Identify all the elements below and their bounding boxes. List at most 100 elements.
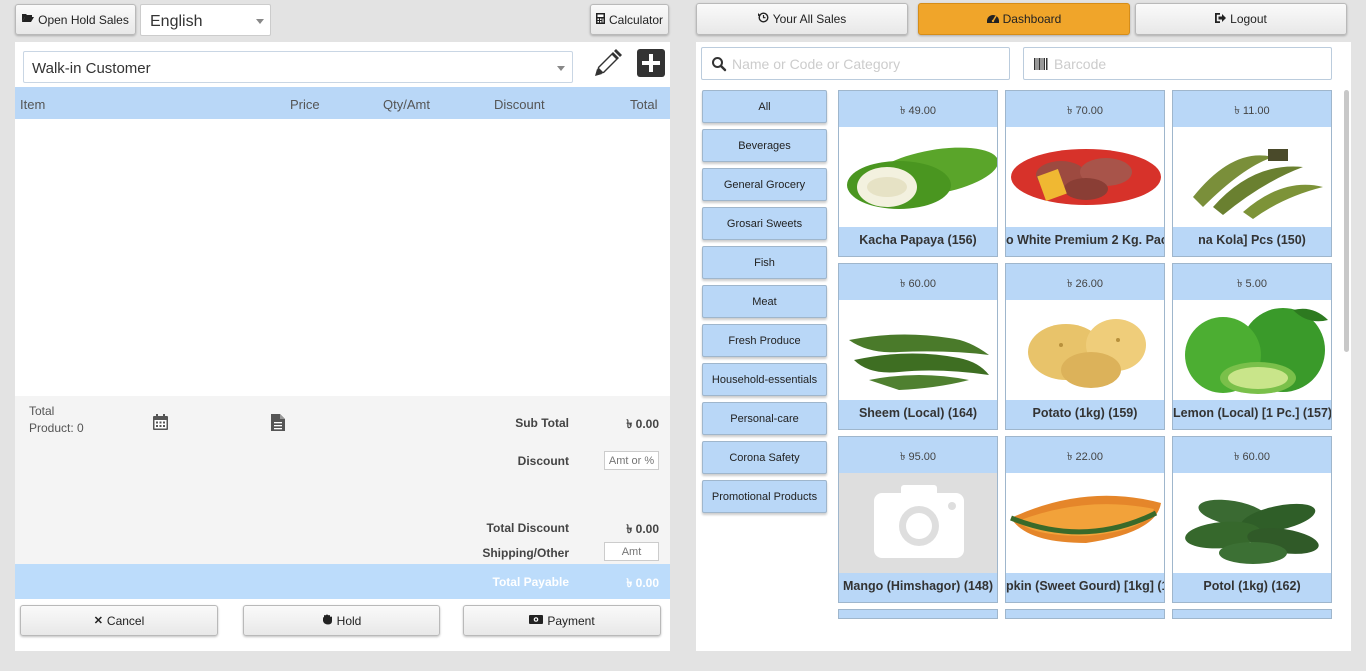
- product-price: ৳ 95.00: [899, 451, 937, 463]
- product-price: ৳ 60.00: [899, 278, 937, 290]
- total-payable-label: Total Payable: [492, 575, 569, 589]
- category-button[interactable]: Meat: [702, 285, 827, 318]
- category-button[interactable]: Household-essentials: [702, 363, 827, 396]
- category-button[interactable]: All: [702, 90, 827, 123]
- product-price: ৳ 60.00: [1233, 451, 1271, 463]
- product-panel: All Beverages General Grocery Grosari Sweet…: [696, 42, 1351, 651]
- cancel-button[interactable]: ✕ Cancel: [20, 605, 218, 636]
- shipping-input[interactable]: [604, 542, 659, 561]
- product-name: na Kola] Pcs (150): [1198, 233, 1306, 247]
- product-card[interactable]: [1005, 609, 1165, 619]
- total-payable-value: ৳ 0.00: [626, 576, 659, 590]
- product-card[interactable]: ৳ 22.00 pkin (Sweet Gourd) [1kg] (1: [1005, 436, 1165, 603]
- money-icon: [529, 614, 544, 627]
- column-header-discount: Discount: [494, 97, 545, 112]
- folder-open-icon: [22, 13, 35, 26]
- product-card[interactable]: [838, 609, 998, 619]
- customer-select[interactable]: Walk-in Customer: [23, 51, 573, 83]
- hand-icon: [322, 614, 333, 628]
- hold-button[interactable]: Hold: [243, 605, 440, 636]
- product-name: pkin (Sweet Gourd) [1kg] (1: [1006, 579, 1164, 593]
- category-button[interactable]: Promotional Products: [702, 480, 827, 513]
- barcode-input[interactable]: [1054, 54, 1324, 74]
- green-banana-image: [1173, 127, 1331, 227]
- cart-panel: Walk-in Customer Item Price Qty/Amt Disc…: [15, 42, 670, 651]
- column-header-price: Price: [290, 97, 320, 112]
- product-price: ৳ 5.00: [1237, 278, 1267, 290]
- product-price: ৳ 70.00: [1066, 105, 1104, 117]
- total-discount-value: ৳ 0.00: [626, 522, 659, 536]
- product-card[interactable]: ৳ 60.00 Sheem (Local) (164): [838, 263, 998, 430]
- product-name: Kacha Papaya (156): [859, 233, 977, 247]
- dashboard-button[interactable]: Dashboard: [918, 3, 1130, 35]
- product-card[interactable]: ৳ 26.00 Potato (1kg) (159): [1005, 263, 1165, 430]
- search-input[interactable]: [732, 54, 1002, 74]
- product-price: ৳ 11.00: [1234, 105, 1270, 117]
- category-button[interactable]: Grosari Sweets: [702, 207, 827, 240]
- calculator-icon: [595, 12, 605, 27]
- barcode-icon: [1033, 56, 1049, 72]
- lime-image: [1173, 300, 1331, 400]
- camera-placeholder-icon: [839, 473, 997, 573]
- discount-label: Discount: [517, 454, 569, 468]
- cart-table-header: Item Price Qty/Amt Discount Total: [15, 87, 670, 119]
- open-hold-sales-button[interactable]: Open Hold Sales: [15, 4, 136, 35]
- column-header-item: Item: [20, 97, 46, 112]
- pumpkin-image: [1006, 473, 1164, 573]
- cart-items-area: [15, 119, 670, 396]
- sub-total-label: Sub Total: [515, 416, 569, 430]
- total-discount-label: Total Discount: [486, 521, 569, 535]
- note-icon[interactable]: [271, 414, 285, 434]
- product-scrollbar[interactable]: [1344, 90, 1349, 352]
- calculator-button[interactable]: Calculator: [590, 4, 669, 35]
- product-card[interactable]: ৳ 60.00 Potol (1kg) (162): [1172, 436, 1332, 603]
- logout-button[interactable]: Logout: [1135, 3, 1347, 35]
- payment-button[interactable]: Payment: [463, 605, 661, 636]
- column-header-qty: Qty/Amt: [383, 97, 430, 112]
- close-icon: ✕: [93, 615, 103, 627]
- product-card[interactable]: ৳ 49.00 Kacha Papaya (156): [838, 90, 998, 257]
- language-select[interactable]: English: [140, 4, 271, 36]
- product-price: ৳ 26.00: [1066, 278, 1104, 290]
- category-button[interactable]: Personal-care: [702, 402, 827, 435]
- category-button[interactable]: Fish: [702, 246, 827, 279]
- product-card[interactable]: ৳ 95.00 Mango (Himshagor) (148): [838, 436, 998, 603]
- product-card[interactable]: ৳ 70.00 o White Premium 2 Kg. Pack: [1005, 90, 1165, 257]
- product-name: Lemon (Local) [1 Pc.] (157): [1173, 406, 1331, 420]
- cart-actions: ✕ Cancel Hold Payment: [15, 599, 670, 651]
- product-price: ৳ 49.00: [899, 105, 937, 117]
- product-name: o White Premium 2 Kg. Pack: [1006, 233, 1164, 247]
- add-customer-icon[interactable]: [637, 49, 665, 77]
- product-card[interactable]: ৳ 11.00 na Kola] Pcs (150): [1172, 90, 1332, 257]
- chevron-down-icon: [557, 66, 565, 71]
- column-header-total: Total: [630, 97, 658, 112]
- pointed-gourd-image: [1173, 473, 1331, 573]
- category-button[interactable]: Fresh Produce: [702, 324, 827, 357]
- product-name: Potato (1kg) (159): [1032, 406, 1138, 420]
- category-button[interactable]: Beverages: [702, 129, 827, 162]
- product-name: Potol (1kg) (162): [1203, 579, 1301, 593]
- dashboard-gauge-icon: [986, 13, 999, 26]
- category-button[interactable]: General Grocery: [702, 168, 827, 201]
- product-search: [701, 47, 1010, 80]
- sign-out-icon: [1215, 12, 1227, 26]
- product-card[interactable]: ৳ 5.00 Lemon (Local) [1 Pc.] (157): [1172, 263, 1332, 430]
- total-product-label: Total Product: 0: [29, 404, 84, 435]
- calendar-icon[interactable]: [152, 414, 169, 434]
- total-payable-bar: Total Payable ৳ 0.00: [15, 564, 670, 599]
- category-button[interactable]: Corona Safety: [702, 441, 827, 474]
- edit-customer-icon[interactable]: [590, 47, 624, 81]
- product-name: Mango (Himshagor) (148): [842, 579, 993, 593]
- potato-image: [1006, 300, 1164, 400]
- barcode-search: [1023, 47, 1332, 80]
- discount-input[interactable]: [604, 451, 659, 470]
- search-icon: [711, 56, 727, 72]
- history-icon: [757, 12, 769, 26]
- product-card[interactable]: [1172, 609, 1332, 619]
- chevron-down-icon: [256, 19, 264, 24]
- sweet-potato-bag-image: [1006, 127, 1164, 227]
- beans-image: [839, 300, 997, 400]
- shipping-label: Shipping/Other: [482, 546, 569, 560]
- product-name: Sheem (Local) (164): [858, 406, 978, 420]
- your-all-sales-button[interactable]: Your All Sales: [696, 3, 908, 35]
